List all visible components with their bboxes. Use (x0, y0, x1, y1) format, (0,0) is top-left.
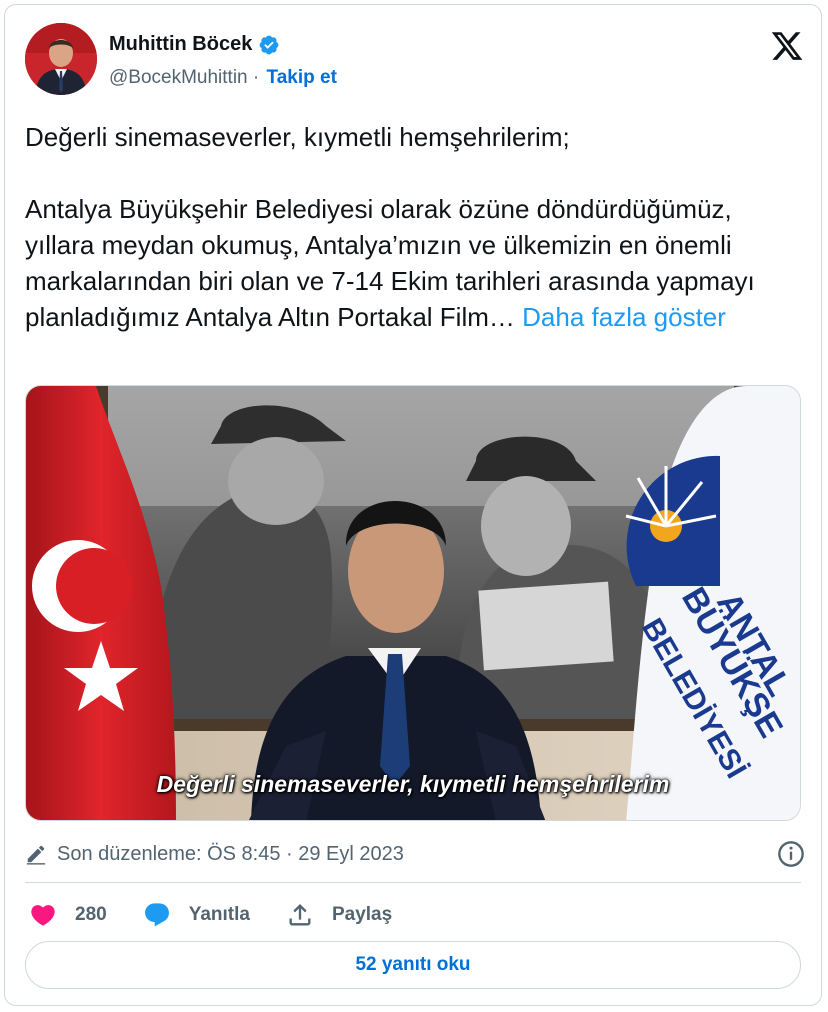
divider (25, 882, 801, 883)
avatar[interactable] (25, 23, 97, 95)
handle-separator: · (247, 67, 265, 88)
author-name-row: Muhittin Böcek (109, 33, 280, 56)
video-frame: ANTAL BÜYÜKŞE BELEDİYESİ (26, 386, 800, 820)
tweet-header: Muhittin Böcek @BocekMuhittin · Takip et (25, 23, 805, 97)
reply-bubble-icon (144, 903, 169, 927)
tweet-text: Değerli sinemaseverler, kıymetli hemşehr… (25, 119, 807, 335)
reply-label: Yanıtla (188, 904, 250, 925)
author-handle-row: @BocekMuhittin · Takip et (109, 67, 337, 89)
pencil-icon (26, 845, 46, 865)
read-replies-button[interactable]: 52 yanıtı oku (25, 941, 801, 989)
author-handle[interactable]: @BocekMuhittin (109, 67, 248, 89)
like-count: 280 (75, 904, 107, 925)
share-label: Paylaş (331, 904, 393, 925)
follow-button[interactable]: Takip et (267, 67, 337, 89)
video-media[interactable]: ANTAL BÜYÜKŞE BELEDİYESİ Değerli sinemas… (25, 385, 801, 821)
share-icon (289, 904, 311, 926)
show-more-link[interactable]: Daha fazla göster (522, 302, 726, 332)
edited-timestamp[interactable]: Son düzenleme: ÖS 8:45 · 29 Eyl 2023 (57, 843, 404, 866)
reply-button[interactable]: Yanıtla (143, 901, 250, 929)
info-icon[interactable] (777, 840, 805, 868)
tweet-paragraph-2: Antalya Büyükşehir Belediyesi olarak özü… (25, 191, 807, 335)
edit-info-row: Son düzenleme: ÖS 8:45 · 29 Eyl 2023 (25, 837, 805, 871)
like-button[interactable]: 280 (29, 901, 107, 929)
tweet-line-1: Değerli sinemaseverler, kıymetli hemşehr… (25, 122, 570, 152)
video-caption: Değerli sinemaseverler, kıymetli hemşehr… (156, 771, 670, 797)
x-logo-icon[interactable] (769, 29, 805, 63)
share-button[interactable]: Paylaş (286, 901, 392, 929)
tweet-card: Muhittin Böcek @BocekMuhittin · Takip et… (4, 4, 822, 1006)
action-bar: 280 Yanıtla Paylaş (29, 897, 428, 933)
verified-badge-icon (259, 35, 279, 54)
heart-icon (31, 905, 55, 926)
author-name[interactable]: Muhittin Böcek (109, 33, 252, 56)
